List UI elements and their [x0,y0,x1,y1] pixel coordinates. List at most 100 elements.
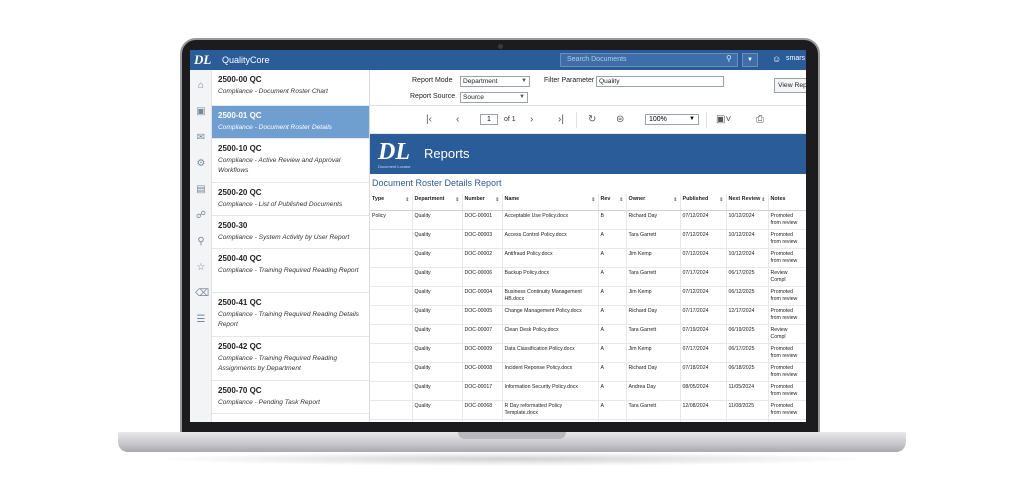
table-cell: A [598,248,627,268]
report-list-item[interactable]: 2500-00 QC Compliance - Document Roster … [212,70,369,106]
previous-page-icon[interactable]: ‹ [456,114,459,125]
filter-parameter-input[interactable]: Quality [596,76,724,87]
toolbar-divider [576,112,577,128]
mail-icon[interactable]: ✉ [195,132,207,144]
table-cell: A [598,267,627,287]
sort-icon: ⇕ [619,197,624,203]
table-cell: A [598,324,627,344]
next-page-icon[interactable]: › [530,114,533,125]
column-header[interactable]: Notes [768,194,806,211]
reports-chart-icon[interactable]: ▤ [195,184,207,196]
table-cell: 10/12/2024 [726,210,769,230]
last-page-icon[interactable]: ›| [558,114,564,125]
column-header[interactable]: Department ⇕ [412,194,463,211]
home-icon[interactable]: ⌂ [195,80,207,92]
report-list-item[interactable]: 2500-42 QC Compliance - Training Require… [212,337,369,381]
search-icon[interactable]: ⚲ [726,54,732,63]
table-cell: 10/12/2024 [726,248,769,268]
report-source-value: Source [463,94,484,101]
document-icon[interactable]: ▣ [195,106,207,118]
report-list-item[interactable]: 2500-10 QC Compliance - Active Review an… [212,139,369,183]
report-banner: DL Document Locator Reports [370,134,806,174]
table-row[interactable]: Policy Quality DOC-00001 Acceptable Use Pol… [370,210,806,230]
save-icon[interactable]: ▣˅ [716,114,731,125]
table-row[interactable]: Quality DOC-00003 Access Control Policy.do… [370,229,806,249]
search-icon[interactable]: ⚲ [195,236,207,248]
sliders-icon[interactable]: ☰ [195,314,207,326]
table-row[interactable]: Quality DOC-00068 R Day reformatted Policy… [370,400,806,420]
report-mode-select[interactable]: Department ▼ [460,76,530,87]
report-list-item[interactable]: 2500-41 QC Compliance - Training Require… [212,293,369,337]
user-icon[interactable]: ☺ [772,54,781,65]
column-header[interactable]: Name ⇕ [502,194,599,211]
workflow-icon[interactable]: ☍ [195,210,207,222]
table-cell: Richard Day [626,305,681,325]
column-header[interactable]: Number ⇕ [462,194,503,211]
column-header[interactable]: Rev ⇕ [598,194,627,211]
app-logo[interactable]: DL [194,52,216,68]
print-icon[interactable]: ⎙ [756,114,764,125]
report-code: 2500-01 QC [218,111,262,120]
table-cell: Acceptable Use Policy.docx [502,210,599,230]
table-cell: Jim Kemp [626,286,681,306]
stage: DL QualityCore Search Documents ⚲ ▼ ☺ sm… [0,0,1024,488]
settings-icon[interactable]: ⚙ [195,158,207,170]
report-list-item[interactable]: 2500-40 QC Compliance - Training Require… [212,249,369,293]
sort-icon: ⇕ [495,197,500,203]
zoom-value: 100% [649,116,667,123]
table-cell [370,419,413,422]
camera [498,44,503,49]
search-input[interactable]: Search Documents [560,53,738,67]
user-name[interactable]: smars [786,55,805,62]
column-header[interactable]: Type ⇕ [370,194,413,211]
report-description: Compliance - Training Required Reading R… [218,267,359,274]
report-list-item[interactable]: 2500-20 QC Compliance - List of Publishe… [212,183,369,216]
report-mode-value: Department [463,78,498,85]
table-cell: Quality [412,229,463,249]
zoom-select[interactable]: 100% ▼ [645,114,699,125]
back-icon[interactable]: ⊜ [616,114,624,125]
sort-icon: ⇕ [719,197,724,203]
table-row[interactable]: Quality DOC-00017 Information Security Pol… [370,381,806,401]
report-list-item-active[interactable]: 2500-01 QC Compliance - Document Roster … [212,106,369,139]
page-number-input[interactable]: 1 [480,114,498,125]
report-description: Compliance - Document Roster Chart [218,88,328,95]
report-list-item[interactable]: 2500-30 Compliance - System Activity by … [212,216,369,249]
table-row[interactable]: Quality DOC-00006 Backup Policy.docx A Tara … [370,267,806,287]
table-body: Policy Quality DOC-00001 Acceptable Use Pol… [370,210,806,422]
table-row[interactable]: Quality DOC-00002 Antifraud Policy.docx A Ji… [370,248,806,268]
table-cell: Quality [412,400,463,420]
table-row[interactable]: Quality DOC-00005 Change Management Policy… [370,305,806,325]
search-dropdown-button[interactable]: ▼ [742,53,758,67]
table-row[interactable]: QualityDOC-00067R Day test policy.docxAR… [370,419,806,422]
report-list-item[interactable]: 2500-70 QC Compliance - Pending Task Rep… [212,381,369,414]
table-cell: B [598,210,627,230]
table-cell: DOC-00068 [462,400,503,420]
refresh-icon[interactable]: ↻ [588,114,596,125]
table-cell: 10/12/2024 [726,229,769,249]
first-page-icon[interactable]: |‹ [426,114,432,125]
table-row[interactable]: Quality DOC-00009 Data Classification Poli… [370,343,806,363]
table-row[interactable]: Quality DOC-00004 Business Continuity Mana… [370,286,806,306]
report-source-select[interactable]: Source ▼ [460,92,528,103]
table-cell: Policy [370,210,413,230]
filter-parameter-label: Filter Parameter [544,77,595,84]
table-row[interactable]: Quality DOC-00008 Incident Reponse Policy.… [370,362,806,382]
table-row[interactable]: Quality DOC-00007 Clean Desk Policy.docx A T… [370,324,806,344]
column-header[interactable]: Owner ⇕ [626,194,681,211]
table-cell: Promoted from review [768,305,806,325]
table-cell: Quality [412,248,463,268]
table-cell: 06/19/2025 [726,324,769,344]
column-header[interactable]: Published ⇕ [680,194,727,211]
table-cell: DOC-00006 [462,267,503,287]
report-code: 2500-20 QC [218,188,262,197]
view-report-button[interactable]: View Rep [774,78,806,93]
report-description: Compliance - Training Required Reading D… [218,311,359,328]
table-cell: Tara Garrett [626,229,681,249]
star-icon[interactable]: ☆ [195,262,207,274]
table-cell: Information Security Policy.docx [502,381,599,401]
column-header[interactable]: Next Review ⇕ [726,194,769,211]
table-cell: Backup Policy.docx [502,267,599,287]
table-cell: Promoted from review [768,343,806,363]
trash-icon[interactable]: ⌫ [195,288,209,300]
